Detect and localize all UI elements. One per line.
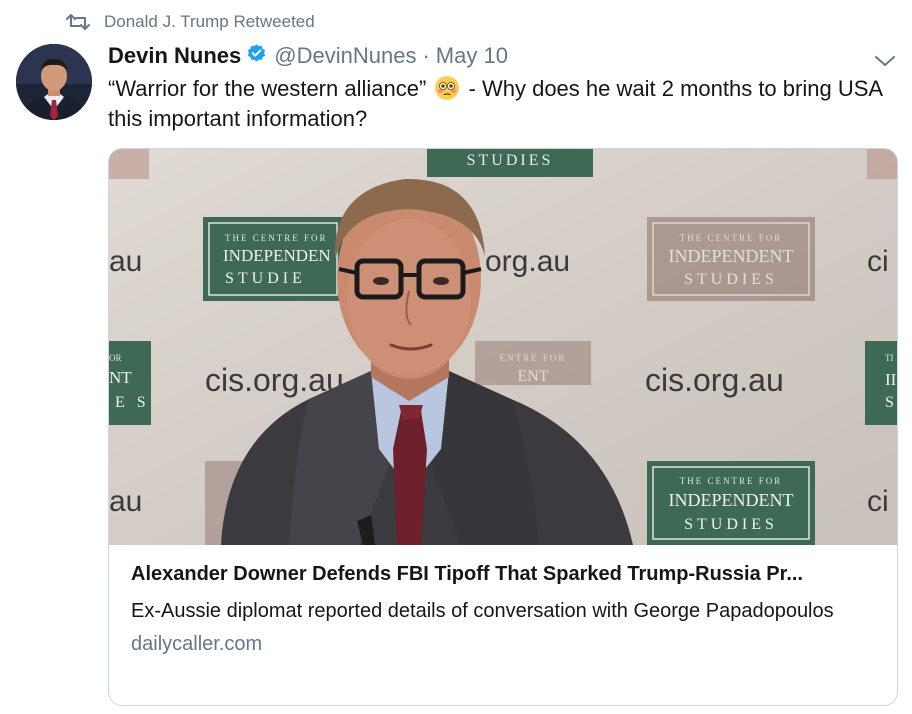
verified-badge-icon [246, 43, 267, 70]
sign-top-center: STUDIES [427, 149, 593, 177]
backdrop-url-left-1: au [109, 245, 142, 278]
sign-left-1-line1: THE CENTRE FOR [225, 233, 328, 243]
svg-text:ENT: ENT [517, 368, 548, 385]
sign-right-1-line3: STUDIES [684, 271, 778, 288]
svg-text:TI: TI [885, 353, 894, 363]
svg-text:STUDIES: STUDIES [684, 516, 778, 533]
sign-right-1: THE CENTRE FOR INDEPENDENT STUDIES [647, 217, 815, 301]
retweet-icon [66, 13, 90, 31]
svg-text:OR: OR [109, 353, 122, 363]
sign-left-1-line2: INDEPENDEN [223, 246, 331, 265]
link-card[interactable]: STUDIES THE CENTRE FOR INDEPENDEN STUDIE… [108, 148, 898, 706]
backdrop-url-left-2: cis.org.au [205, 362, 344, 398]
card-image[interactable]: STUDIES THE CENTRE FOR INDEPENDEN STUDIE… [109, 149, 897, 545]
tweet-header: Devin Nunes @DevinNunes · May 10 [108, 42, 896, 70]
svg-text:INDEPENDENT: INDEPENDENT [669, 490, 794, 510]
tweet-text: “Warrior for the western alliance” - Why… [108, 74, 898, 134]
sign-right-1-line2: INDEPENDENT [669, 246, 794, 266]
card-domain[interactable]: dailycaller.com [131, 633, 875, 656]
svg-text:NT: NT [109, 368, 132, 387]
sign-right-2: TI II S [865, 341, 897, 425]
backdrop-url-right-3: ci [867, 485, 889, 518]
sign-left-1: THE CENTRE FOR INDEPENDEN STUDIE [203, 217, 343, 301]
retweet-context: Donald J. Trump Retweeted [66, 12, 315, 32]
flushed-face-emoji [434, 75, 460, 101]
author-handle[interactable]: @DevinNunes [274, 43, 416, 69]
svg-text:II: II [885, 370, 897, 389]
sign-center-2: ENTRE FOR ENT [475, 341, 591, 385]
sign-top-text: STUDIES [467, 152, 554, 169]
sign-left-1-line3: STUDIE [225, 270, 306, 287]
separator-dot: · [422, 43, 430, 68]
svg-text:S: S [885, 394, 894, 411]
sign-right-3: THE CENTRE FOR INDEPENDENT STUDIES [647, 461, 815, 545]
card-body[interactable]: Alexander Downer Defends FBI Tipoff That… [131, 561, 875, 656]
avatar[interactable] [16, 44, 92, 120]
backdrop-url-right-2: cis.org.au [645, 362, 784, 398]
backdrop-url-top: org.au [485, 245, 570, 278]
author-name[interactable]: Devin Nunes [108, 43, 241, 69]
sign-right-1-line1: THE CENTRE FOR [680, 233, 783, 243]
svg-text:THE CENTRE FOR: THE CENTRE FOR [680, 476, 783, 486]
retweet-label[interactable]: Donald J. Trump Retweeted [104, 12, 315, 32]
backdrop-url-right-1: ci [867, 245, 889, 278]
svg-text:E S: E S [115, 394, 150, 411]
tweet-date[interactable]: May 10 [436, 43, 508, 69]
card-description: Ex-Aussie diplomat reported details of c… [131, 600, 834, 622]
sign-left-2: OR NT E S [109, 341, 151, 425]
svg-text:ENTRE FOR: ENTRE FOR [500, 353, 567, 363]
chevron-down-icon[interactable] [874, 48, 896, 74]
tweet-text-part-1: “Warrior for the western alliance” [108, 76, 427, 101]
card-title[interactable]: Alexander Downer Defends FBI Tipoff That… [131, 561, 875, 587]
backdrop-url-left-3: au [109, 485, 142, 518]
